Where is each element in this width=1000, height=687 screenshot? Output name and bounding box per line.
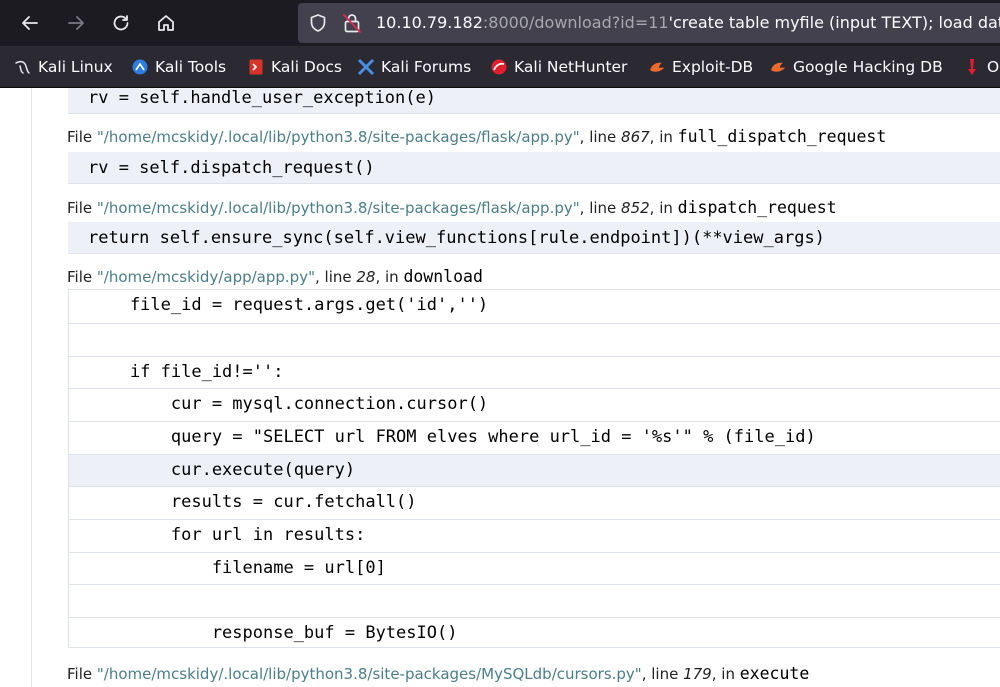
bookmark-label: Exploit-DB (672, 58, 754, 76)
source-line: results = cur.fetchall() (69, 486, 1000, 519)
url-host: 10.10.79.182 (376, 13, 483, 32)
source-line: for url in results: (69, 519, 1000, 552)
bookmark-kali-forums[interactable]: Kali Forums (357, 57, 471, 77)
source-line: filename = url[0] (69, 552, 1000, 585)
frame-function-name: execute (739, 664, 810, 683)
frame-line-number: 852 (621, 199, 650, 217)
url-text[interactable]: 10.10.79.182:8000/download?id=11'create … (376, 13, 1000, 32)
source-line (69, 584, 1000, 617)
source-line: query = "SELECT url FROM elves where url… (69, 421, 1000, 454)
frame-file-path: "/home/mcskidy/.local/lib/python3.8/site… (96, 665, 642, 683)
frame-line-number: 28 (356, 268, 376, 286)
forward-button[interactable] (56, 3, 96, 43)
kali-forums-icon (357, 58, 375, 76)
source-line: if file_id!='': (69, 356, 1000, 389)
frame-header: File "/home/mcskidy/.local/lib/python3.8… (67, 664, 810, 683)
kali-tools-icon (132, 59, 148, 75)
url-query: 'create table myfile (input TEXT); load … (668, 13, 1000, 32)
navigation-toolbar: 10.10.79.182:8000/download?id=11'create … (0, 0, 1000, 46)
kali-nethunter-icon (491, 59, 507, 75)
source-line: cur = mysql.connection.cursor() (69, 388, 1000, 421)
offsec-icon (968, 59, 976, 75)
kali-docs-icon (249, 59, 263, 75)
bookmark-label: Kali Linux (38, 58, 113, 76)
frame-function-name: download (403, 267, 483, 286)
bookmark-label: Kali Docs (271, 58, 342, 76)
traceback-page: rv = self.handle_user_exception(e) File … (0, 88, 1000, 687)
address-bar[interactable]: 10.10.79.182:8000/download?id=11'create … (298, 3, 1000, 43)
bookmark-kali-nethunter[interactable]: Kali NetHunter (490, 57, 627, 77)
bookmark-kali-docs[interactable]: Kali Docs (247, 57, 342, 77)
frame-function-name: dispatch_request (677, 198, 837, 217)
bookmark-kali-linux[interactable]: Kali Linux (14, 57, 113, 77)
bookmark-label: Kali Forums (381, 58, 472, 76)
arrow-left-icon (22, 16, 38, 30)
source-line: file_id = request.args.get('id','') (89, 295, 489, 315)
frame-file-path: "/home/mcskidy/.local/lib/python3.8/site… (96, 199, 580, 217)
bookmark-offsec[interactable]: O (963, 57, 999, 77)
kali-dragon-icon (15, 60, 30, 74)
back-button[interactable] (10, 3, 50, 43)
frame-header: File "/home/mcskidy/.local/lib/python3.8… (67, 198, 837, 217)
source-code-block: file_id = request.args.get('id','') if f… (68, 289, 1000, 648)
frame-line-number: 179 (683, 665, 712, 683)
bookmark-label: Google Hacking DB (793, 58, 943, 76)
bookmark-exploit-db[interactable]: Exploit-DB (648, 57, 753, 77)
frame-file-path: "/home/mcskidy/app/app.py" (96, 268, 315, 286)
frame-function-name: full_dispatch_request (677, 127, 887, 146)
frame-file-path: "/home/mcskidy/.local/lib/python3.8/site… (96, 128, 580, 146)
frame-code-line: return self.ensure_sync(self.view_functi… (68, 222, 1000, 254)
bookmark-label: O (987, 58, 1000, 76)
bookmark-kali-tools[interactable]: Kali Tools (131, 57, 226, 77)
bookmark-google-hacking-db[interactable]: Google Hacking DB (769, 57, 943, 77)
bookmark-label: Kali NetHunter (514, 58, 628, 76)
source-line (69, 323, 1000, 356)
reload-icon (113, 15, 129, 31)
reload-button[interactable] (101, 3, 141, 43)
frame-code-line: rv = self.handle_user_exception(e) (68, 88, 1000, 114)
exploit-db-icon (650, 62, 664, 72)
frame-header: File "/home/mcskidy/app/app.py", line 28… (67, 267, 483, 286)
source-line-current: cur.execute(query) (69, 454, 1000, 487)
insecure-lock-icon[interactable] (342, 12, 362, 34)
bookmarks-toolbar: Kali Linux Kali Tools Kali Docs Kali For… (0, 46, 1000, 88)
arrow-right-icon (68, 16, 84, 30)
bookmark-label: Kali Tools (155, 58, 227, 76)
page-left-rule (31, 88, 32, 687)
frame-header: File "/home/mcskidy/.local/lib/python3.8… (67, 127, 887, 146)
frame-line-number: 867 (621, 128, 650, 146)
tracking-protection-shield-icon[interactable] (308, 13, 328, 33)
frame-code-line: rv = self.dispatch_request() (68, 152, 1000, 184)
ghdb-icon (771, 62, 785, 72)
source-line: response_buf = BytesIO() (69, 617, 1000, 650)
url-path: :8000/download?id=11 (482, 13, 669, 32)
home-button[interactable] (146, 3, 186, 43)
home-icon (158, 15, 174, 31)
